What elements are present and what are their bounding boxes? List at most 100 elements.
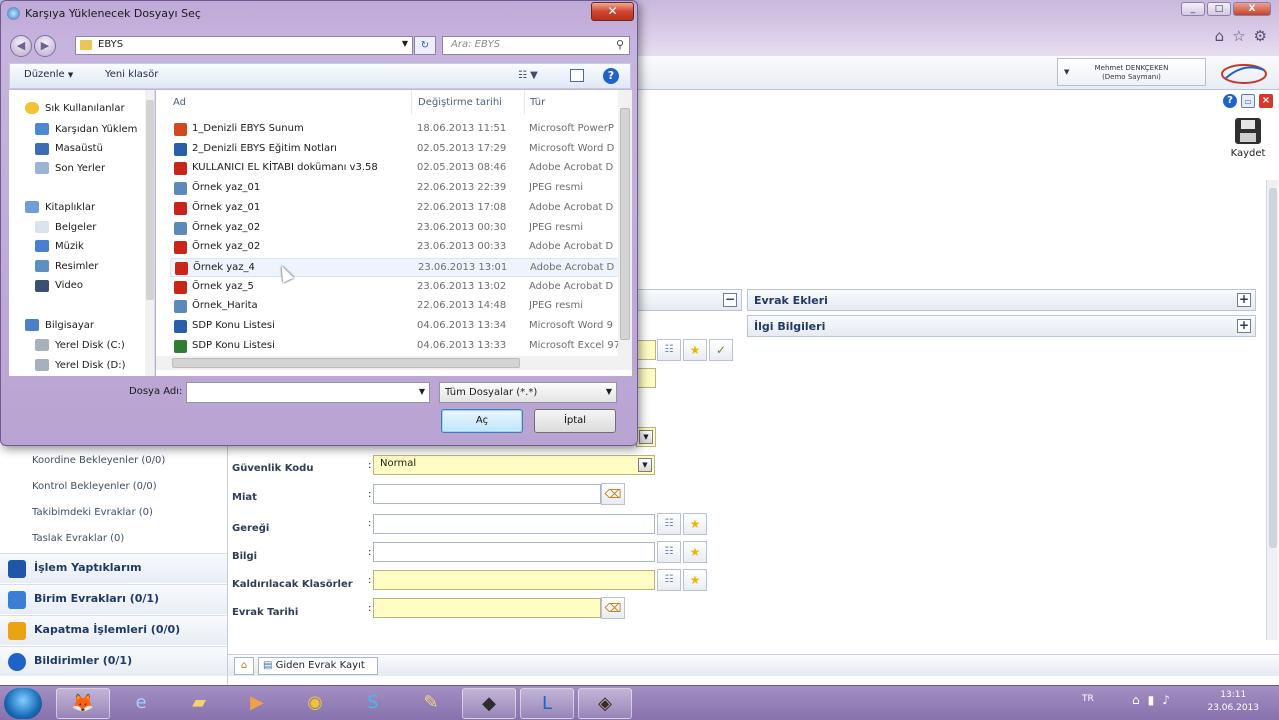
dialog-close-button[interactable]: ✕	[591, 2, 634, 21]
nav-libraries-header[interactable]: Kitaplıklar	[45, 202, 95, 213]
back-arrow-icon[interactable]: ◀	[10, 35, 32, 57]
nav-kapatma-islemleri[interactable]: Kapatma İşlemleri (0/0)	[0, 615, 227, 645]
scrollbar-thumb[interactable]	[620, 108, 630, 340]
column-header-type[interactable]: Tür	[530, 97, 545, 108]
nav-birim-evraklari[interactable]: Birim Evrakları (0/1)	[0, 584, 227, 614]
preview-pane-icon[interactable]	[570, 69, 584, 82]
nav-drive-c[interactable]: Yerel Disk (C:)	[55, 340, 125, 351]
file-row[interactable]: Örnek yaz_02 23.06.2013 00:33 Adobe Acroba…	[170, 238, 620, 257]
hidden-field-3[interactable]: ▼	[636, 427, 656, 447]
tab-giden-evrak-kayit[interactable]: ▤ Giden Evrak Kayıt	[258, 657, 378, 675]
chrome-icon[interactable]: ◉	[288, 688, 342, 719]
open-button[interactable]: Aç	[441, 409, 523, 433]
column-header-modified[interactable]: Değiştirme tarihi	[418, 97, 502, 108]
geregi-input[interactable]	[373, 514, 655, 534]
check-list-icon[interactable]: ✓	[709, 339, 733, 361]
chevron-down-icon[interactable]: ▼	[419, 387, 425, 396]
clear-broom-icon[interactable]: ⌫	[601, 483, 625, 505]
plus-icon[interactable]: +	[1237, 293, 1251, 307]
user-selector[interactable]: ▼ Mehmet DENKÇEKEN (Demo Saymanı)	[1057, 58, 1206, 86]
panel-ilgi-bilgileri[interactable]: İlgi Bilgileri +	[747, 315, 1256, 337]
paint-icon[interactable]: ✎	[404, 688, 458, 719]
clock[interactable]: 13:11 23.06.2013	[1207, 689, 1259, 715]
favorites-star-icon[interactable]: ☆	[1232, 27, 1245, 45]
nav-taslak-evraklar[interactable]: Taslak Evraklar (0)	[32, 533, 124, 544]
chevron-down-icon[interactable]: ▼	[606, 387, 612, 396]
nav-music[interactable]: Müzik	[55, 241, 84, 252]
hidden-field-2[interactable]	[636, 368, 656, 388]
nav-kontrol-bekleyenler[interactable]: Kontrol Bekleyenler (0/0)	[32, 481, 157, 492]
file-explorer-icon[interactable]: ▰	[172, 688, 226, 719]
filetype-select[interactable]: Tüm Dosyalar (*.*) ▼	[439, 382, 617, 403]
window-icon[interactable]: ▭	[1241, 94, 1255, 108]
column-separator[interactable]	[524, 90, 525, 114]
home-icon[interactable]: ⌂	[1215, 27, 1225, 45]
nav-downloads[interactable]: Karşıdan Yüklem	[55, 124, 137, 135]
nav-takibimdeki-evraklar[interactable]: Takibimdeki Evraklar (0)	[32, 507, 153, 518]
nav-favorites-header[interactable]: Sık Kullanılanlar	[45, 103, 125, 114]
column-header-name[interactable]: Ad	[173, 97, 186, 108]
minimize-button[interactable]: _	[1181, 2, 1205, 16]
volume-icon[interactable]: ♪	[1162, 693, 1170, 707]
file-row[interactable]: Örnek yaz_4 23.06.2013 13:01 Adobe Acrobat…	[170, 257, 620, 277]
chevron-down-icon[interactable]: ▼	[639, 430, 653, 444]
close-icon[interactable]: ×	[1259, 94, 1273, 108]
miat-input[interactable]	[373, 484, 601, 504]
organize-button[interactable]: Düzenle ▼	[24, 69, 73, 80]
file-row[interactable]: Örnek_Harita 22.06.2013 14:48 JPEG resmi	[170, 297, 620, 316]
lync-icon[interactable]: L	[520, 688, 574, 719]
start-button[interactable]	[4, 688, 42, 719]
file-row[interactable]: 1_Denizli EBYS Sunum 18.06.2013 11:51 Micr…	[170, 120, 620, 139]
clear-broom-icon[interactable]: ⌫	[601, 597, 625, 619]
filename-input[interactable]: ▼	[186, 382, 430, 403]
language-indicator[interactable]: TR	[1082, 694, 1094, 704]
scrollbar-thumb[interactable]	[172, 358, 520, 368]
kaldirilacak-klasorler-input[interactable]	[373, 570, 655, 590]
chevron-down-icon[interactable]: ▼	[402, 39, 408, 48]
firefox-icon[interactable]: 🦊	[56, 688, 110, 719]
tree-select-icon[interactable]: ☷	[657, 513, 681, 535]
file-row[interactable]: KULLANICI EL KİTABI dokümanı v3.58 02.05.…	[170, 159, 620, 178]
favorite-star-icon[interactable]: ★	[683, 541, 707, 563]
tree-select-icon[interactable]: ☷	[657, 339, 681, 361]
network-icon[interactable]: ⌂	[1132, 693, 1140, 707]
file-row[interactable]: Örnek yaz_5 23.06.2013 13:02 Adobe Acrobat…	[170, 278, 620, 297]
tree-select-icon[interactable]: ☷	[657, 541, 681, 563]
nav-pictures[interactable]: Resimler	[55, 261, 98, 272]
save-button[interactable]: Kaydet	[1226, 118, 1270, 159]
new-folder-button[interactable]: Yeni klasör	[105, 69, 158, 80]
nav-bildirimler[interactable]: Bildirimler (0/1)	[0, 646, 227, 676]
media-player-icon[interactable]: ▶	[230, 688, 284, 719]
favorite-star-icon[interactable]: ★	[683, 569, 707, 591]
nav-desktop[interactable]: Masaüstü	[55, 143, 103, 154]
nav-drive-d[interactable]: Yerel Disk (D:)	[55, 360, 125, 371]
file-row[interactable]: 2_Denizli EBYS Eğitim Notları 02.05.2013 …	[170, 140, 620, 159]
bilgi-input[interactable]	[373, 542, 655, 562]
help-icon[interactable]: ?	[1223, 94, 1237, 108]
file-list-hscrollbar[interactable]	[156, 356, 632, 370]
panel-evrak-ekleri[interactable]: Evrak Ekleri +	[747, 289, 1256, 311]
camtasia-icon[interactable]: ◆	[462, 688, 516, 719]
refresh-icon[interactable]: ↻	[414, 36, 436, 55]
view-options-icon[interactable]: ☷ ▼	[518, 70, 538, 81]
recorder-icon[interactable]: ◈	[578, 688, 632, 719]
tree-select-icon[interactable]: ☷	[657, 569, 681, 591]
settings-gear-icon[interactable]: ⚙	[1254, 27, 1267, 45]
scrollbar-thumb[interactable]	[1269, 188, 1277, 548]
file-row[interactable]: SDP Konu Listesi 04.06.2013 13:33 Microsof…	[170, 337, 620, 356]
file-row[interactable]: Örnek yaz_01 22.06.2013 22:39 JPEG resmi	[170, 179, 620, 198]
address-bar[interactable]: EBYS ▼	[75, 36, 413, 55]
file-list-vscrollbar[interactable]	[618, 90, 632, 356]
scrollbar-thumb[interactable]	[146, 100, 154, 300]
maximize-button[interactable]: □	[1207, 2, 1231, 16]
nav-islem-yaptiklarim[interactable]: İşlem Yaptıklarım	[0, 553, 227, 583]
nav-computer-header[interactable]: Bilgisayar	[45, 320, 94, 331]
cancel-button[interactable]: İptal	[534, 409, 616, 433]
internet-explorer-icon[interactable]: e	[114, 688, 168, 719]
chevron-down-icon[interactable]: ▼	[638, 458, 652, 472]
search-input[interactable]: Ara: EBYS ⚲	[442, 36, 630, 55]
forward-arrow-icon[interactable]: ▶	[34, 35, 56, 57]
signal-icon[interactable]: ▮	[1148, 693, 1155, 707]
plus-icon[interactable]: +	[1237, 319, 1251, 333]
favorite-star-icon[interactable]: ★	[683, 513, 707, 535]
